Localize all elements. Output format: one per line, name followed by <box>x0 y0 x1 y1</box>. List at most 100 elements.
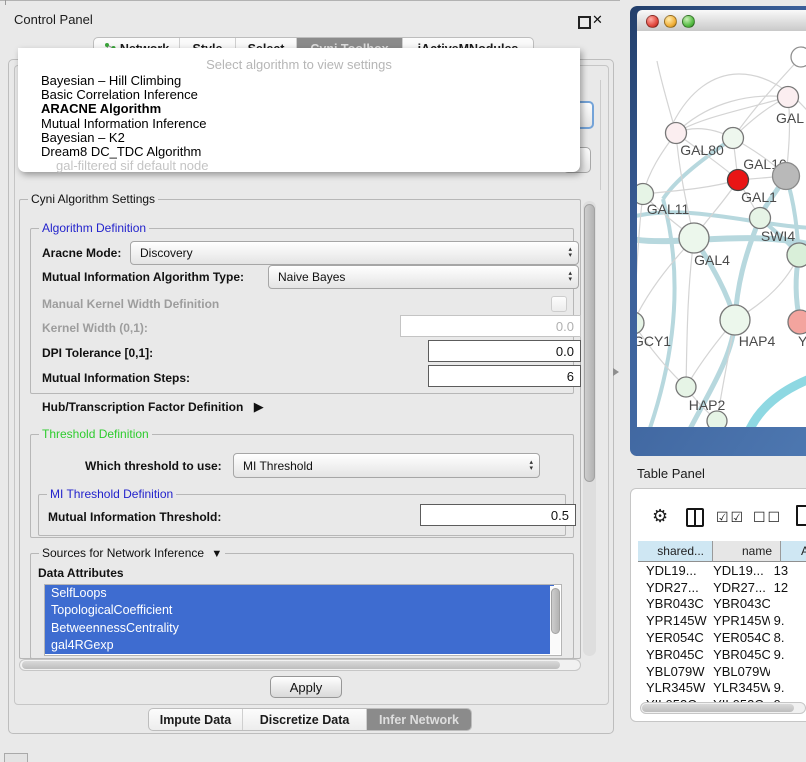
network-node[interactable] <box>679 223 709 253</box>
tab-impute-data[interactable]: Impute Data <box>149 709 242 730</box>
deselect-all-icon[interactable]: ☐☐ <box>753 509 782 526</box>
data-attribute-item[interactable]: BetweennessCentrality <box>45 620 554 637</box>
table-cell: YDL19... <box>638 563 707 578</box>
splitter-arrow-icon[interactable] <box>613 368 619 376</box>
table-row[interactable]: YER054CYER054C8. <box>638 629 806 646</box>
algorithm-option[interactable]: Mutual Information Inference <box>36 117 574 131</box>
table-cell: YBR045C <box>707 647 770 662</box>
column-header-a[interactable]: A <box>781 541 806 562</box>
table-cell: YER054C <box>707 630 770 645</box>
table-hscrollbar[interactable] <box>640 702 806 714</box>
minimize-window-icon[interactable] <box>664 15 677 28</box>
table-row[interactable]: YPR145WYPR145W9. <box>638 612 806 629</box>
network-node[interactable] <box>707 411 727 427</box>
combo-arrows-icon: ▴▾ <box>568 271 572 283</box>
network-node[interactable] <box>728 170 749 191</box>
hub-definition-expander[interactable]: Hub/Transcription Factor Definition ▶ <box>42 399 264 415</box>
aracne-mode-combo[interactable]: Discovery ▴▾ <box>130 241 579 265</box>
mi-threshold-field[interactable]: 0.5 <box>420 504 576 526</box>
algorithm-option[interactable]: ARACNE Algorithm <box>36 102 574 116</box>
network-node[interactable] <box>778 87 799 108</box>
network-node[interactable] <box>676 377 696 397</box>
which-threshold-label: Which threshold to use: <box>85 459 222 473</box>
panel-top-tick <box>5 0 6 5</box>
mi-steps-field[interactable]: 6 <box>428 365 581 387</box>
float-window-icon[interactable] <box>578 16 591 29</box>
close-icon[interactable]: ✕ <box>592 12 603 28</box>
table-row[interactable]: YLR345WYLR345W9. <box>638 680 806 697</box>
network-node[interactable] <box>788 310 806 334</box>
data-attribute-item[interactable]: TopologicalCoefficient <box>45 602 554 619</box>
table-cell: YBR043C <box>638 596 707 611</box>
zoom-window-icon[interactable] <box>682 15 695 28</box>
network-window-titlebar[interactable] <box>637 10 806 32</box>
gear-icon[interactable]: ⚙ <box>652 507 668 525</box>
algorithm-option[interactable]: Dream8 DC_TDC Algorithm <box>36 145 574 159</box>
apply-button[interactable]: Apply <box>270 676 342 698</box>
close-window-icon[interactable] <box>646 15 659 28</box>
mi-type-combo[interactable]: Naive Bayes ▴▾ <box>268 265 579 289</box>
network-node[interactable] <box>720 305 750 335</box>
aracne-mode-label: Aracne Mode: <box>42 246 121 260</box>
tab-infer-network[interactable]: Infer Network <box>366 709 471 730</box>
algorithm-option[interactable]: Bayesian – Hill Climbing <box>36 74 574 88</box>
table-cell: YBL079W <box>638 664 707 679</box>
which-threshold-combo[interactable]: MI Threshold ▴▾ <box>233 453 540 478</box>
table-hscrollbar-thumb[interactable] <box>642 704 794 712</box>
network-node[interactable] <box>787 243 806 267</box>
manual-kernel-checkbox[interactable] <box>551 296 567 312</box>
tab-label: Impute Data <box>160 713 232 727</box>
table-body: YDL19...YDL19...13YDR27...YDR27...12YBR0… <box>638 562 806 702</box>
settings-vscrollbar[interactable] <box>583 201 596 656</box>
column-header-name[interactable]: name <box>713 541 781 562</box>
data-attribute-item[interactable]: gal4RGexp <box>45 637 554 654</box>
table-row[interactable]: YBR045CYBR045C9. <box>638 646 806 663</box>
algorithm-option[interactable]: Basic Correlation Inference <box>36 88 574 102</box>
tab-label: Infer Network <box>379 713 459 727</box>
network-node[interactable] <box>791 47 806 67</box>
tab-discretize-data[interactable]: Discretize Data <box>242 709 366 730</box>
collapse-triangle-icon[interactable]: ▼ <box>211 548 222 560</box>
network-node[interactable] <box>637 312 644 334</box>
column-header-shared[interactable]: shared... <box>638 541 713 562</box>
dpi-tolerance-field[interactable]: 0.0 <box>428 340 581 362</box>
mi-type-value: Naive Bayes <box>278 270 345 284</box>
table-row[interactable]: YDL19...YDL19...13 <box>638 562 806 579</box>
network-canvas[interactable]: GAL80GAL10GAL1GAL11SWI4GAL4GALGCY1HAP4YH… <box>637 31 806 427</box>
network-node[interactable] <box>750 208 771 229</box>
combo-arrows-icon: ▴▾ <box>568 247 572 259</box>
document-icon[interactable] <box>796 505 806 526</box>
table-cell: YDR27... <box>707 580 770 595</box>
settings-hscrollbar[interactable] <box>19 659 581 671</box>
sources-title: Sources for Network Inference <box>42 546 204 560</box>
network-node-label: GAL1 <box>741 189 777 205</box>
expand-triangle-icon[interactable]: ▶ <box>254 399 264 415</box>
table-cell: 9. <box>770 613 806 628</box>
hidden-group-border <box>600 80 601 190</box>
algorithm-definition-title: Algorithm Definition <box>39 221 149 235</box>
control-panel-title: Control Panel <box>14 12 93 27</box>
data-attributes-list[interactable]: SelfLoopsTopologicalCoefficientBetweenne… <box>44 584 562 656</box>
threshold-definition-title: Threshold Definition <box>39 427 152 441</box>
table-row[interactable]: YBR043CYBR043C <box>638 596 806 613</box>
table-cell: 9. <box>770 680 806 695</box>
table-row[interactable]: YBL079WYBL079W <box>638 663 806 680</box>
network-node[interactable] <box>723 128 744 149</box>
kernel-width-field[interactable]: 0.0 <box>400 315 581 337</box>
attr-list-vscrollbar[interactable] <box>550 586 560 654</box>
attr-list-vscrollbar-thumb[interactable] <box>551 588 560 634</box>
settings-hscrollbar-thumb[interactable] <box>22 661 560 669</box>
network-node[interactable] <box>773 163 800 190</box>
hub-definition-label: Hub/Transcription Factor Definition <box>42 400 243 414</box>
sources-title-row[interactable]: Sources for Network Inference ▼ <box>39 546 225 560</box>
table-cell: YPR145W <box>707 613 770 628</box>
settings-vscrollbar-thumb[interactable] <box>584 204 595 482</box>
select-all-icon[interactable]: ☑☑ <box>716 509 745 526</box>
table-row[interactable]: YDR27...YDR27...12 <box>638 579 806 596</box>
table-panel-title: Table Panel <box>637 466 705 481</box>
network-node[interactable] <box>666 123 687 144</box>
data-attribute-item[interactable]: SelfLoops <box>45 585 554 602</box>
split-table-icon[interactable] <box>686 508 704 527</box>
minimized-panel-stub[interactable] <box>4 753 28 762</box>
algorithm-option[interactable]: Bayesian – K2 <box>36 131 574 145</box>
